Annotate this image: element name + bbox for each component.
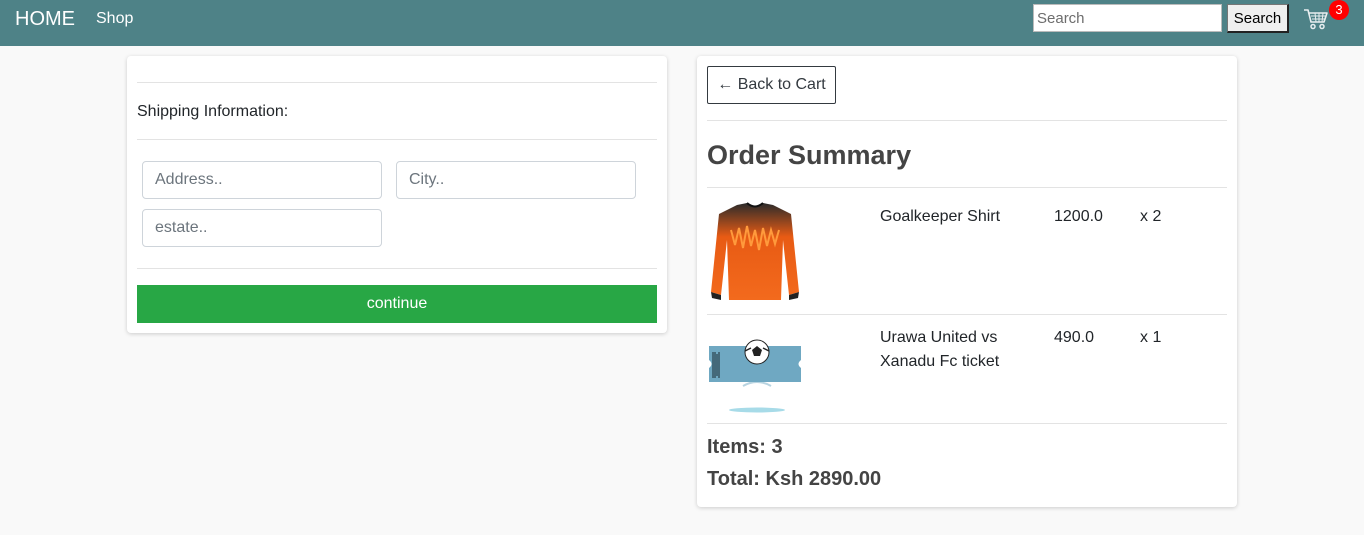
item-quantity: x 2 bbox=[1140, 208, 1162, 225]
item-name: Goalkeeper Shirt bbox=[880, 208, 1001, 225]
search-button[interactable]: Search bbox=[1227, 4, 1289, 33]
divider bbox=[137, 82, 657, 83]
search-input[interactable] bbox=[1033, 4, 1222, 32]
divider bbox=[137, 139, 657, 140]
estate-field[interactable] bbox=[142, 209, 382, 247]
divider bbox=[707, 187, 1227, 188]
city-field[interactable] bbox=[396, 161, 636, 199]
address-field[interactable] bbox=[142, 161, 382, 199]
cart-icon[interactable] bbox=[1303, 7, 1329, 31]
item-price: 490.0 bbox=[1054, 329, 1095, 346]
continue-button[interactable]: continue bbox=[137, 285, 657, 323]
match-ticket-image bbox=[709, 339, 801, 413]
divider bbox=[137, 268, 657, 269]
cart-count-badge: 3 bbox=[1329, 0, 1349, 20]
item-name: Urawa United vs Xanadu Fc ticket bbox=[880, 329, 1000, 370]
divider bbox=[707, 120, 1227, 121]
item-price: 1200.0 bbox=[1054, 208, 1103, 225]
home-link[interactable]: HOME bbox=[15, 8, 75, 30]
back-to-cart-button[interactable]: ← Back to Cart bbox=[707, 66, 836, 104]
item-quantity: x 1 bbox=[1140, 329, 1162, 346]
order-summary-card: ← Back to Cart Order Summary Goalkeeper … bbox=[697, 56, 1237, 507]
divider bbox=[707, 423, 1227, 424]
divider bbox=[707, 314, 1227, 315]
items-count: Items: 3 bbox=[707, 436, 783, 458]
order-total: Total: Ksh 2890.00 bbox=[707, 468, 882, 490]
shipping-heading: Shipping Information: bbox=[137, 103, 289, 120]
goalkeeper-shirt-image bbox=[711, 202, 799, 300]
order-summary-title: Order Summary bbox=[707, 140, 912, 170]
shop-link[interactable]: Shop bbox=[96, 10, 133, 28]
shipping-card: Shipping Information: continue bbox=[127, 56, 667, 333]
top-navbar: HOME Shop Search 3 bbox=[0, 0, 1364, 46]
